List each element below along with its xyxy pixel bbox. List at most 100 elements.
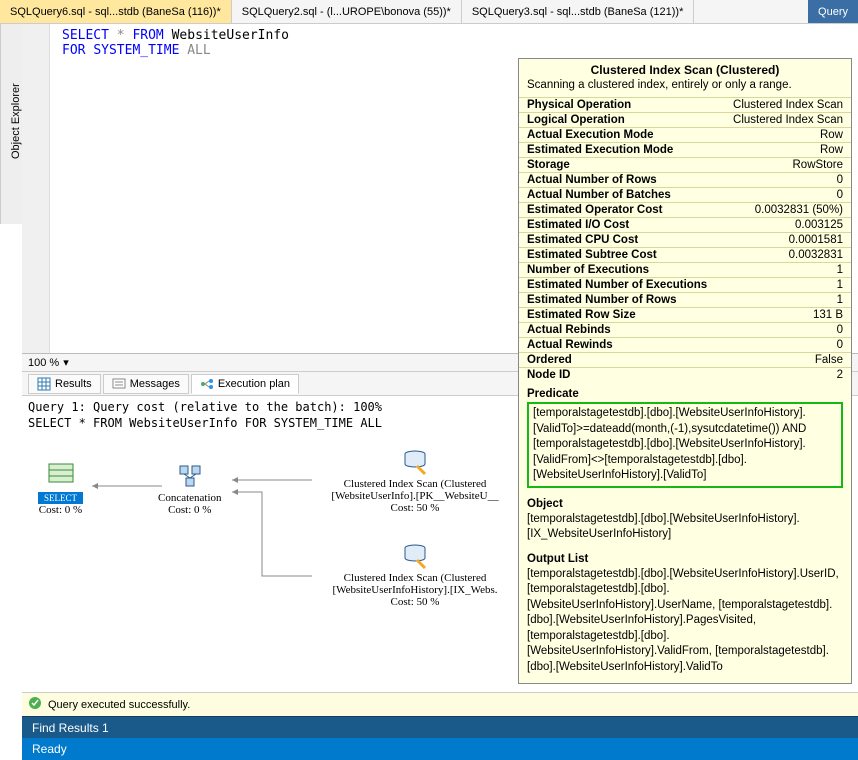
tooltip-row: Estimated I/O Cost0.003125	[519, 218, 851, 233]
tooltip-row: Physical OperationClustered Index Scan	[519, 98, 851, 113]
tooltip-row: Actual Execution ModeRow	[519, 128, 851, 143]
tooltip-row-value: 0	[721, 173, 851, 188]
tooltip-row-label: Actual Execution Mode	[519, 128, 721, 143]
messages-icon	[112, 377, 126, 391]
tooltip-row-label: Logical Operation	[519, 113, 721, 128]
plan-node-concatenation[interactable]: Concatenation Cost: 0 %	[158, 462, 222, 516]
tooltip-row: Estimated CPU Cost0.0001581	[519, 233, 851, 248]
tooltip-row-value: 0.0032831	[721, 248, 851, 263]
tooltip-row: Estimated Execution ModeRow	[519, 143, 851, 158]
tooltip-row-label: Node ID	[519, 368, 721, 383]
tooltip-row-value: False	[721, 353, 851, 368]
tooltip-row-label: Estimated Execution Mode	[519, 143, 721, 158]
tooltip-row-value: 0	[721, 338, 851, 353]
tooltip-row: Number of Executions1	[519, 263, 851, 278]
tooltip-row-value: 0.0032831 (50%)	[721, 203, 851, 218]
tooltip-row-label: Actual Number of Batches	[519, 188, 721, 203]
tab-label: SQLQuery2.sql - (l...UROPE\bonova (55))*	[242, 6, 451, 18]
tooltip-row: Node ID2	[519, 368, 851, 383]
plan-node-scan-1[interactable]: Clustered Index Scan (Clustered [Website…	[310, 448, 520, 514]
tooltip-subtitle: Scanning a clustered index, entirely or …	[519, 79, 851, 97]
tooltip-row: Logical OperationClustered Index Scan	[519, 113, 851, 128]
tooltip-row-value: Row	[721, 128, 851, 143]
tooltip-row-value: 1	[721, 278, 851, 293]
tooltip-row-label: Estimated I/O Cost	[519, 218, 721, 233]
grid-icon	[37, 377, 51, 391]
tooltip-row-value: RowStore	[721, 158, 851, 173]
object-heading: Object	[519, 492, 851, 512]
operator-tooltip: Clustered Index Scan (Clustered) Scannin…	[518, 58, 852, 684]
predicate-heading: Predicate	[519, 382, 851, 402]
tooltip-row-value: 1	[721, 293, 851, 308]
clustered-index-scan-icon	[399, 448, 431, 476]
tooltip-row: Estimated Row Size131 B	[519, 308, 851, 323]
tooltip-properties-table: Physical OperationClustered Index ScanLo…	[519, 97, 851, 382]
tooltip-row: Estimated Number of Rows1	[519, 293, 851, 308]
tooltip-row: OrderedFalse	[519, 353, 851, 368]
object-explorer-panel[interactable]: Object Explorer	[0, 24, 22, 224]
tooltip-row-label: Estimated Number of Executions	[519, 278, 721, 293]
tooltip-row-label: Estimated Operator Cost	[519, 203, 721, 218]
sql-line: SELECT * FROM WebsiteUserInfo	[62, 28, 852, 43]
tab-execution-plan[interactable]: Execution plan	[191, 374, 299, 394]
tooltip-row-label: Estimated Row Size	[519, 308, 721, 323]
tab-label: SQLQuery6.sql - sql...stdb (BaneSa (116)…	[10, 6, 221, 18]
success-icon	[28, 696, 42, 713]
zoom-dropdown-icon[interactable]: ▾	[63, 356, 69, 369]
output-list-body: [temporalstagetestdb].[dbo].[WebsiteUser…	[519, 567, 851, 680]
select-node-icon	[45, 462, 77, 490]
tooltip-row-value: 0.0001581	[721, 233, 851, 248]
tab-results[interactable]: Results	[28, 374, 101, 394]
tooltip-row-value: Clustered Index Scan	[721, 113, 851, 128]
tooltip-row-label: Estimated Subtree Cost	[519, 248, 721, 263]
tooltip-row-label: Actual Number of Rows	[519, 173, 721, 188]
tooltip-row: Actual Rewinds0	[519, 338, 851, 353]
query-status-bar: Query executed successfully.	[22, 692, 858, 716]
document-tab-bar: SQLQuery6.sql - sql...stdb (BaneSa (116)…	[0, 0, 858, 24]
tooltip-row-label: Physical Operation	[519, 98, 721, 113]
editor-gutter	[22, 24, 50, 353]
sql-line: FOR SYSTEM_TIME ALL	[62, 43, 852, 58]
tooltip-row-label: Number of Executions	[519, 263, 721, 278]
tab-messages[interactable]: Messages	[103, 374, 189, 394]
tooltip-row: Actual Number of Batches0	[519, 188, 851, 203]
document-tab[interactable]: SQLQuery2.sql - (l...UROPE\bonova (55))*	[232, 0, 462, 23]
plan-node-select[interactable]: SELECT Cost: 0 %	[38, 462, 83, 516]
document-tab[interactable]: SQLQuery3.sql - sql...stdb (BaneSa (121)…	[462, 0, 695, 23]
tooltip-row-label: Storage	[519, 158, 721, 173]
tab-label: SQLQuery3.sql - sql...stdb (BaneSa (121)…	[472, 6, 684, 18]
tooltip-row-label: Ordered	[519, 353, 721, 368]
clustered-index-scan-icon	[399, 542, 431, 570]
tooltip-row-value: 131 B	[721, 308, 851, 323]
tooltip-row: Estimated Subtree Cost0.0032831	[519, 248, 851, 263]
status-text: Query executed successfully.	[48, 699, 190, 711]
tooltip-row-label: Actual Rewinds	[519, 338, 721, 353]
tooltip-row: StorageRowStore	[519, 158, 851, 173]
tooltip-row-label: Estimated CPU Cost	[519, 233, 721, 248]
tooltip-row-value: Row	[721, 143, 851, 158]
document-tab[interactable]: SQLQuery6.sql - sql...stdb (BaneSa (116)…	[0, 0, 232, 23]
tooltip-row-value: Clustered Index Scan	[721, 98, 851, 113]
tooltip-row: Estimated Operator Cost0.0032831 (50%)	[519, 203, 851, 218]
concatenation-icon	[174, 462, 206, 490]
find-results-panel[interactable]: Find Results 1	[22, 716, 858, 738]
plan-node-scan-2[interactable]: Clustered Index Scan (Clustered [Website…	[310, 542, 520, 608]
object-body: [temporalstagetestdb].[dbo].[WebsiteUser…	[519, 512, 851, 547]
tooltip-row: Actual Rebinds0	[519, 323, 851, 338]
tooltip-row-value: 0	[721, 323, 851, 338]
tooltip-row-label: Actual Rebinds	[519, 323, 721, 338]
tooltip-row-label: Estimated Number of Rows	[519, 293, 721, 308]
tooltip-row-value: 0.003125	[721, 218, 851, 233]
predicate-body: [temporalstagetestdb].[dbo].[WebsiteUser…	[527, 402, 843, 488]
tooltip-title: Clustered Index Scan (Clustered)	[519, 63, 851, 77]
tooltip-row-value: 1	[721, 263, 851, 278]
tooltip-row: Estimated Number of Executions1	[519, 278, 851, 293]
execution-plan-icon	[200, 377, 214, 391]
tooltip-row-value: 2	[721, 368, 851, 383]
zoom-value[interactable]: 100 %	[28, 357, 59, 369]
tooltip-row: Actual Number of Rows0	[519, 173, 851, 188]
tooltip-row-value: 0	[721, 188, 851, 203]
output-list-heading: Output List	[519, 547, 851, 567]
menu-query[interactable]: Query	[808, 0, 858, 23]
ide-status-bar: Ready	[22, 738, 858, 760]
